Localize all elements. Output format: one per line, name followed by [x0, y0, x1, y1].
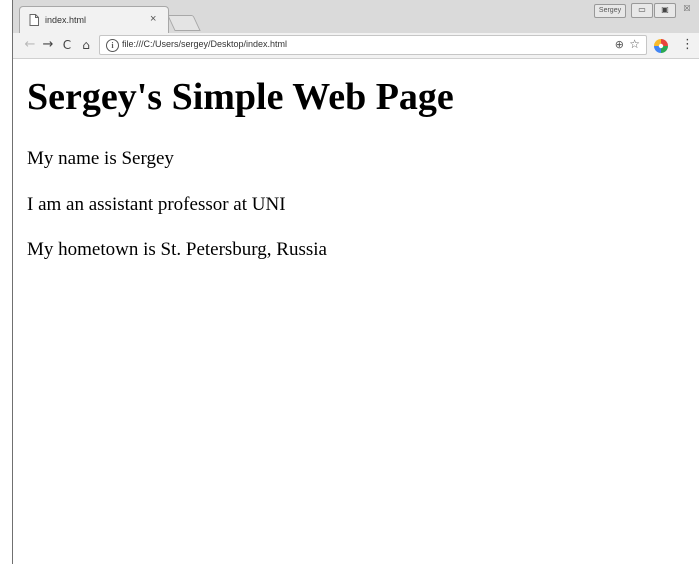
home-icon[interactable]: ⌂ — [78, 37, 94, 53]
browser-window: index.html × Sergey ▭ ▣ ☒ ← → C ⌂ i file… — [12, 0, 699, 564]
minimize-icon[interactable]: ▭ — [631, 3, 653, 18]
page-content: Sergey's Simple Web Page My name is Serg… — [13, 60, 699, 564]
new-tab-button[interactable] — [167, 15, 201, 31]
extension-icon[interactable] — [654, 39, 668, 53]
profile-button[interactable]: Sergey — [594, 4, 626, 18]
tab-close-icon[interactable]: × — [150, 13, 156, 25]
page-heading: Sergey's Simple Web Page — [27, 76, 454, 118]
menu-icon[interactable]: ⋮ — [681, 37, 694, 52]
maximize-icon[interactable]: ▣ — [654, 3, 676, 18]
zoom-icon[interactable]: ⊕ — [615, 38, 624, 51]
paragraph-occupation: I am an assistant professor at UNI — [27, 194, 286, 215]
browser-toolbar: ← → C ⌂ i file:///C:/Users/sergey/Deskto… — [13, 33, 699, 59]
tab-index-html[interactable]: index.html × — [19, 6, 169, 33]
forward-arrow-icon[interactable]: → — [40, 37, 56, 53]
paragraph-hometown: My hometown is St. Petersburg, Russia — [27, 239, 327, 260]
paragraph-name: My name is Sergey — [27, 148, 174, 169]
reload-icon[interactable]: C — [59, 37, 75, 53]
tab-title: index.html — [45, 15, 87, 25]
close-window-icon[interactable]: ☒ — [677, 3, 697, 16]
url-text[interactable]: file:///C:/Users/sergey/Desktop/index.ht… — [122, 39, 287, 49]
bookmark-star-icon[interactable]: ☆ — [629, 37, 640, 51]
back-arrow-icon[interactable]: ← — [22, 37, 38, 53]
info-icon[interactable]: i — [106, 39, 119, 52]
page-icon — [29, 14, 39, 26]
title-bar: index.html × Sergey ▭ ▣ ☒ — [13, 0, 699, 33]
address-bar[interactable]: i file:///C:/Users/sergey/Desktop/index.… — [99, 35, 647, 55]
